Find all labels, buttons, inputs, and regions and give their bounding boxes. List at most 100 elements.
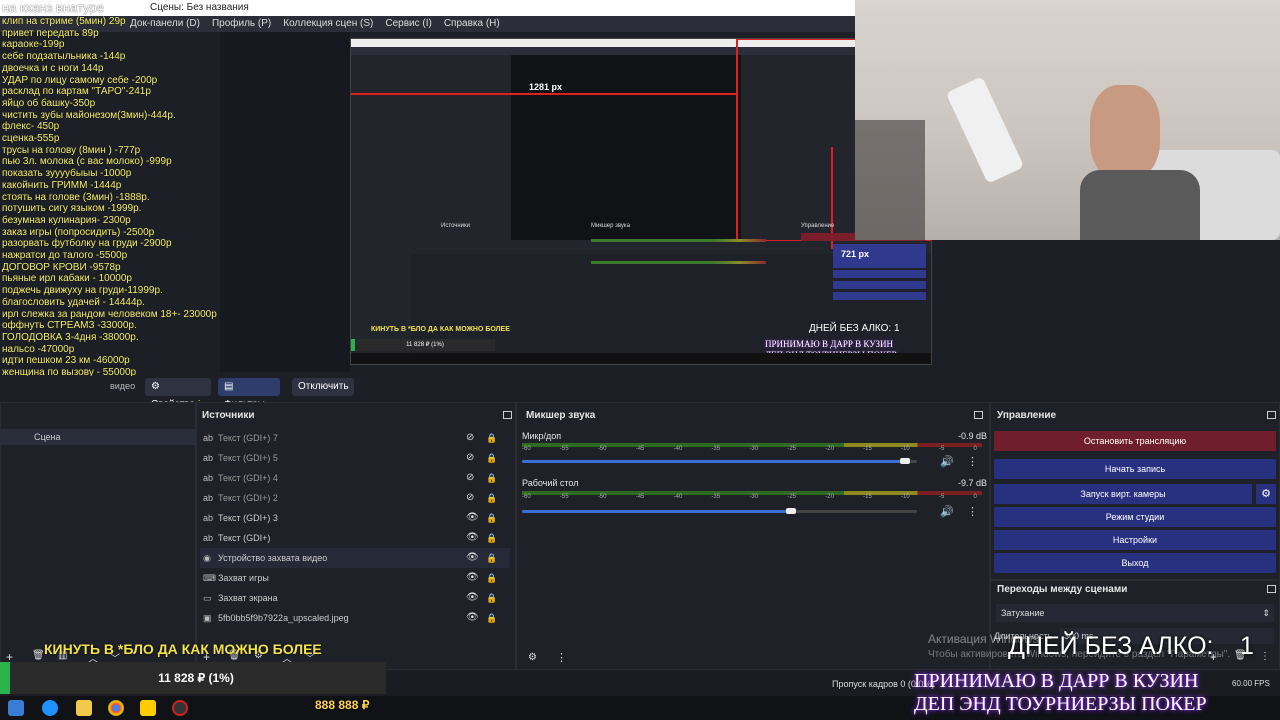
lock-icon[interactable]: 🔒 <box>486 448 497 468</box>
nested-control-block <box>833 270 926 278</box>
meter-tick-label: -15 <box>863 446 872 452</box>
dock-undock-icon[interactable] <box>974 411 983 419</box>
throw-overlay-text: КИНУТЬ В *БЛО ДА КАК МОЖНО БОЛЕЕ <box>44 641 322 657</box>
accept-line-1: ПРИНИМАЮ В ДАРР В КУЗИН <box>914 670 1199 692</box>
nested-meter <box>591 239 766 242</box>
dock-undock-icon[interactable] <box>1267 411 1276 419</box>
donation-item: флекс- 450р <box>2 121 60 133</box>
toolbar-video-label: видео <box>110 381 136 391</box>
transition-select[interactable]: Затухание ⇕ <box>996 604 1274 622</box>
disable-button[interactable]: Отключить <box>292 378 354 396</box>
lock-icon[interactable]: 🔒 <box>486 428 497 448</box>
filters-button[interactable]: ▤ Фильтры <box>218 378 280 410</box>
source-item[interactable]: ◉ Устройство захвата видео 👁 🔒 <box>200 548 510 568</box>
source-item[interactable]: ⌨ Захват игры 👁 🔒 <box>200 568 510 588</box>
hidden-eye-icon[interactable]: ⊘ <box>466 448 474 468</box>
start-menu-icon[interactable] <box>8 700 24 716</box>
dock-undock-icon[interactable] <box>1267 585 1276 593</box>
donation-item: себе подзатыльника -144р <box>2 51 126 63</box>
lock-icon[interactable]: 🔒 <box>486 568 497 588</box>
donation-item: поджечь движуху на груди-11999р. <box>2 285 163 297</box>
visibility-eye-icon[interactable]: 👁 <box>466 548 479 568</box>
meter-tick-label: -50 <box>597 494 607 500</box>
dock-undock-icon[interactable] <box>503 411 512 419</box>
nested-control-block <box>833 281 926 289</box>
gear-icon[interactable]: ⚙ <box>528 652 537 663</box>
lock-icon[interactable]: 🔒 <box>486 488 497 508</box>
text-icon: ab <box>203 453 214 463</box>
menu-scene-collection[interactable]: Коллекция сцен (S) <box>283 16 373 32</box>
virtual-camera-button[interactable]: Запуск вирт. камеры <box>994 484 1252 504</box>
properties-button[interactable]: ⚙ Свойства <box>145 378 211 410</box>
scene-item[interactable]: Сцена <box>0 429 196 445</box>
source-item[interactable]: ▣ 5fb0bb5f9b7922a_upscaled.jpeg 👁 🔒 <box>200 608 510 628</box>
exit-button[interactable]: Выход <box>994 553 1276 573</box>
more-options-icon[interactable]: ⋮ <box>556 651 567 664</box>
donation-item: УДАР по лицу самому себе -200р <box>2 74 158 86</box>
studio-mode-button[interactable]: Режим студии <box>994 507 1276 527</box>
meter-tick-label: 0 <box>973 494 977 500</box>
source-item[interactable]: ab Текст (GDI+) 3 👁 🔒 <box>200 508 510 528</box>
hidden-eye-icon[interactable]: ⊘ <box>466 428 474 448</box>
webcam-chair-arm <box>945 76 1025 184</box>
volume-knob[interactable] <box>900 458 910 464</box>
donation-item: расклад по картам "ТАРО"-241р <box>2 86 151 98</box>
donation-item: ДОГОВОР КРОВИ -9578р <box>2 261 121 273</box>
visibility-eye-icon[interactable]: 👁 <box>466 568 479 588</box>
source-item[interactable]: ab Текст (GDI+) 4 ⊘ 🔒 <box>200 468 510 488</box>
source-name: Текст (GDI+) 5 <box>218 453 278 463</box>
visibility-eye-icon[interactable]: 👁 <box>466 588 479 608</box>
volume-knob[interactable] <box>786 508 796 514</box>
stop-stream-button[interactable]: Остановить трансляцию <box>994 431 1276 451</box>
hidden-eye-icon[interactable]: ⊘ <box>466 488 474 508</box>
more-options-icon[interactable]: ⋮ <box>967 455 978 468</box>
source-name: Текст (GDI+) 2 <box>218 493 278 503</box>
lock-icon[interactable]: 🔒 <box>486 468 497 488</box>
source-item[interactable]: ▭ Захват экрана 👁 🔒 <box>200 588 510 608</box>
nested-mixer-title: Микшер звука <box>591 223 631 229</box>
donation-item: показать зуууубыыы -1000р <box>2 168 132 180</box>
lock-icon[interactable]: 🔒 <box>486 528 497 548</box>
speaker-icon[interactable]: 🔊 <box>940 455 954 468</box>
donation-item: благословить удачей - 14444р. <box>2 296 145 308</box>
controls-title: Управление <box>997 410 1057 421</box>
text-icon: ab <box>203 433 214 443</box>
source-item[interactable]: ab Текст (GDI+) 2 ⊘ 🔒 <box>200 488 510 508</box>
file-explorer-icon[interactable] <box>76 700 92 716</box>
visibility-eye-icon[interactable]: 👁 <box>466 528 479 548</box>
nested-meter <box>591 261 766 264</box>
start-record-button[interactable]: Начать запись <box>994 459 1276 479</box>
source-item[interactable]: ab Текст (GDI+) 5 ⊘ 🔒 <box>200 448 510 468</box>
meter-tick-label: -20 <box>825 446 834 452</box>
menu-tools[interactable]: Сервис (I) <box>385 16 431 32</box>
text-icon: ab <box>203 533 214 543</box>
donation-goal-text: 11 828 ₽ (1%) <box>158 671 234 685</box>
volume-slider[interactable] <box>522 460 905 463</box>
donation-item: нажратси до талого -5500р <box>2 250 128 262</box>
chrome-icon[interactable] <box>108 700 124 716</box>
lock-icon[interactable]: 🔒 <box>486 588 497 608</box>
source-name: Устройство захвата видео <box>218 553 328 563</box>
text-icon: ab <box>203 493 214 503</box>
gear-icon[interactable]: ⚙ <box>1256 484 1276 504</box>
lock-icon[interactable]: 🔒 <box>486 608 497 628</box>
visibility-eye-icon[interactable]: 👁 <box>466 508 479 528</box>
visibility-eye-icon[interactable]: 👁 <box>466 608 479 628</box>
lock-icon[interactable]: 🔒 <box>486 548 497 568</box>
meter-tick-label: -25 <box>787 494 797 500</box>
donation-list-title: на кханз внатуре <box>2 0 104 15</box>
app-icon[interactable] <box>140 700 156 716</box>
edge-browser-icon[interactable] <box>42 700 58 716</box>
speaker-icon[interactable]: 🔊 <box>940 505 954 518</box>
volume-slider[interactable] <box>522 510 791 513</box>
source-item[interactable]: ab Текст (GDI+) 7 ⊘ 🔒 <box>200 428 510 448</box>
lock-icon[interactable]: 🔒 <box>486 508 497 528</box>
trash-icon[interactable]: 🗑 <box>32 650 45 661</box>
more-options-icon[interactable]: ⋮ <box>967 505 978 518</box>
mixer-channel-name: Рабочий стол <box>522 478 579 488</box>
hidden-eye-icon[interactable]: ⊘ <box>466 468 474 488</box>
settings-button[interactable]: Настройки <box>994 530 1276 550</box>
menu-help[interactable]: Справка (H) <box>444 16 500 32</box>
source-item[interactable]: ab Текст (GDI+) 👁 🔒 <box>200 528 510 548</box>
obs-icon[interactable] <box>172 700 188 716</box>
